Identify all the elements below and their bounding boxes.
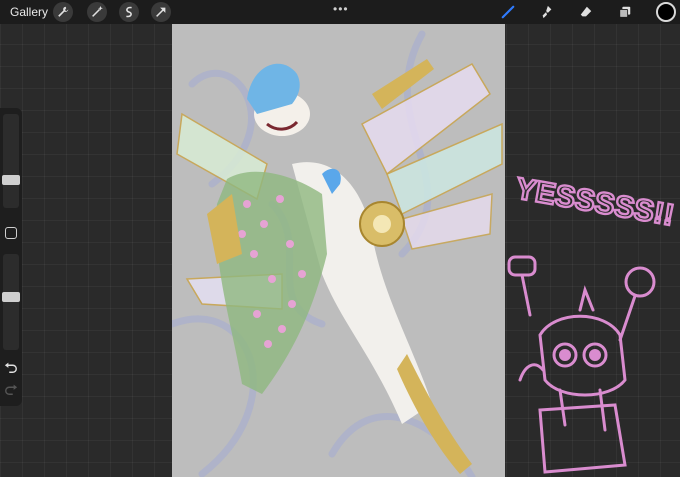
drawing-canvas[interactable]	[172, 24, 505, 477]
layers-icon[interactable]	[615, 2, 635, 22]
selection-icon[interactable]	[119, 2, 139, 22]
more-options-dots[interactable]: •••	[333, 2, 349, 16]
doodle-sketch: YESSSSS!!	[507, 171, 678, 474]
opacity-slider[interactable]	[2, 254, 20, 350]
wrench-icon[interactable]	[53, 2, 73, 22]
modify-button[interactable]	[5, 227, 17, 239]
brush-icon[interactable]	[498, 2, 518, 22]
eraser-icon[interactable]	[576, 2, 596, 22]
artwork-illustration	[172, 30, 503, 477]
doodle-yes-text: YESSSSS!!	[513, 172, 676, 232]
top-toolbar: Gallery •••	[0, 0, 680, 24]
redo-icon[interactable]	[4, 382, 18, 396]
brush-size-handle[interactable]	[2, 175, 20, 185]
undo-icon[interactable]	[4, 360, 18, 374]
opacity-handle[interactable]	[2, 292, 20, 302]
transform-arrow-icon[interactable]	[151, 2, 171, 22]
color-swatch-button[interactable]	[656, 2, 676, 22]
magic-wand-icon[interactable]	[87, 2, 107, 22]
brush-size-slider[interactable]	[2, 114, 20, 208]
gallery-button[interactable]: Gallery	[10, 5, 48, 19]
smudge-icon[interactable]	[537, 2, 557, 22]
left-sidebar	[0, 108, 22, 406]
